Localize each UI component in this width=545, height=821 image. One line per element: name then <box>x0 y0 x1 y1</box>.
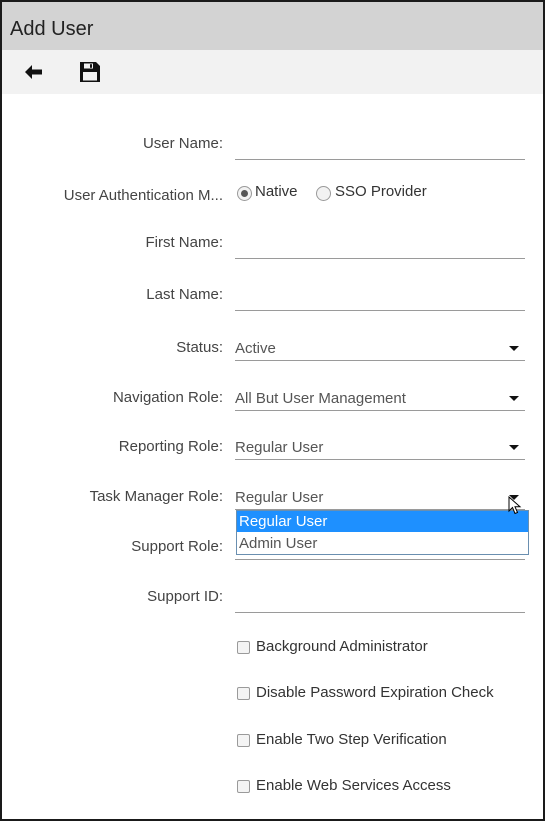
support-id-input[interactable] <box>235 588 525 612</box>
task-role-dropdown-list: Regular User Admin User <box>236 510 529 555</box>
checkbox-unchecked-icon <box>237 687 250 700</box>
reporting-role-label: Reporting Role: <box>118 438 223 455</box>
radio-unselected-icon <box>316 186 331 201</box>
firstname-label: First Name: <box>145 234 223 251</box>
support-id-label: Support ID: <box>147 588 223 605</box>
task-role-value: Regular User <box>235 489 324 506</box>
support-role-label: Support Role: <box>131 538 223 555</box>
checkbox-unchecked-icon <box>237 780 250 793</box>
save-button[interactable] <box>79 61 101 83</box>
dropdown-option-label: Admin User <box>239 535 318 552</box>
lastname-input[interactable] <box>235 286 525 310</box>
checkbox-label: Disable Password Expiration Check <box>256 684 494 701</box>
checkbox-unchecked-icon <box>237 641 250 654</box>
dropdown-option-label: Regular User <box>239 513 328 530</box>
support-id-field[interactable] <box>235 588 525 613</box>
caret-down-icon <box>509 396 519 401</box>
add-user-window: Add User User Name: User Authentication … <box>0 0 545 821</box>
floppy-disk-icon <box>80 62 100 82</box>
back-button[interactable] <box>23 61 45 83</box>
toolbar <box>2 50 543 94</box>
nav-role-value: All But User Management <box>235 390 406 407</box>
dropdown-option-regular-user[interactable]: Regular User <box>237 511 528 532</box>
lastname-field[interactable] <box>235 286 525 311</box>
checkbox-label: Background Administrator <box>256 638 428 655</box>
lastname-label: Last Name: <box>146 286 223 303</box>
status-value: Active <box>235 340 276 357</box>
username-label: User Name: <box>142 135 223 152</box>
firstname-field[interactable] <box>235 234 525 259</box>
status-label: Status: <box>176 339 223 356</box>
nav-role-select[interactable]: All But User Management <box>235 388 525 411</box>
dropdown-option-admin-user[interactable]: Admin User <box>237 533 528 554</box>
caret-down-icon <box>509 346 519 351</box>
checkbox-label: Enable Two Step Verification <box>256 731 447 748</box>
task-role-label: Task Manager Role: <box>89 488 223 505</box>
window-title: Add User <box>10 18 94 40</box>
reporting-role-value: Regular User <box>235 439 324 456</box>
status-select[interactable]: Active <box>235 338 525 361</box>
checkbox-label: Enable Web Services Access <box>256 777 451 794</box>
nav-role-label: Navigation Role: <box>112 389 223 406</box>
caret-down-icon <box>509 445 519 450</box>
arrow-left-icon <box>25 65 42 79</box>
title-bar: Add User <box>2 2 543 50</box>
username-input[interactable] <box>235 135 525 159</box>
firstname-input[interactable] <box>235 234 525 258</box>
checkbox-unchecked-icon <box>237 734 250 747</box>
reporting-role-select[interactable]: Regular User <box>235 437 525 460</box>
username-field[interactable] <box>235 135 525 160</box>
auth-native-label: Native <box>255 183 298 200</box>
task-role-select[interactable]: Regular User <box>235 487 525 510</box>
radio-selected-icon <box>237 186 252 201</box>
auth-sso-label: SSO Provider <box>335 183 427 200</box>
mouse-pointer-icon <box>508 496 522 515</box>
auth-method-label: User Authentication M... <box>63 187 223 204</box>
